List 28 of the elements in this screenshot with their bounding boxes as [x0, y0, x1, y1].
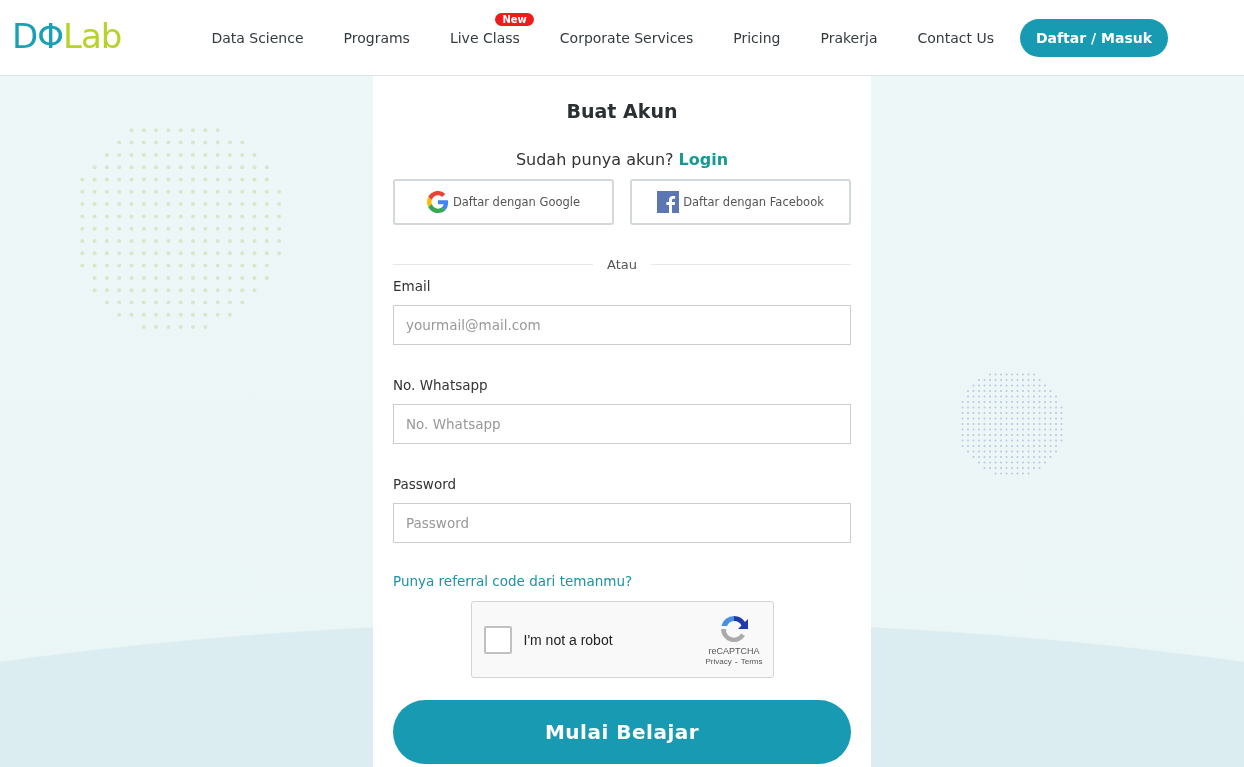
new-badge: New [495, 12, 534, 26]
captcha-checkbox[interactable] [483, 625, 512, 654]
divider-text: Atau [607, 257, 637, 272]
facebook-icon [657, 191, 680, 213]
nav-link[interactable]: Prakerja [800, 29, 898, 46]
field-label: No. Whatsapp [393, 377, 489, 393]
terms-link[interactable]: Terms [740, 656, 763, 667]
input-field[interactable]: yourmail@mail.com [393, 305, 851, 345]
referral-link[interactable]: Punya referral code dari temanmu? [393, 573, 851, 589]
input-field[interactable]: No. Whatsapp [393, 404, 851, 444]
field-label: Email [393, 278, 432, 294]
privacy-link[interactable]: Privacy [705, 656, 732, 667]
facebook-signup-button[interactable]: Daftar dengan Facebook [630, 179, 851, 225]
field-label: Password [393, 476, 458, 492]
login-prompt: Sudah punya akun? Login [514, 150, 730, 169]
nav-link[interactable]: Programs [323, 29, 430, 46]
google-signup-button[interactable]: Daftar dengan Google [393, 179, 614, 225]
form-title: Buat Akun [565, 100, 679, 122]
nav-link[interactable]: Corporate Services [539, 29, 714, 46]
input-field[interactable]: Password [393, 503, 851, 543]
google-icon [426, 191, 449, 213]
nav-link[interactable]: Contact Us [897, 29, 1014, 46]
captcha-brand: reCAPTCHA [708, 645, 760, 656]
nav-link[interactable]: Live Class [429, 29, 540, 46]
captcha-label: I'm not a robot [523, 631, 613, 648]
nav-link[interactable]: Data Science [191, 29, 324, 46]
nav-link[interactable]: Pricing [713, 29, 801, 46]
separator: - [734, 656, 738, 667]
